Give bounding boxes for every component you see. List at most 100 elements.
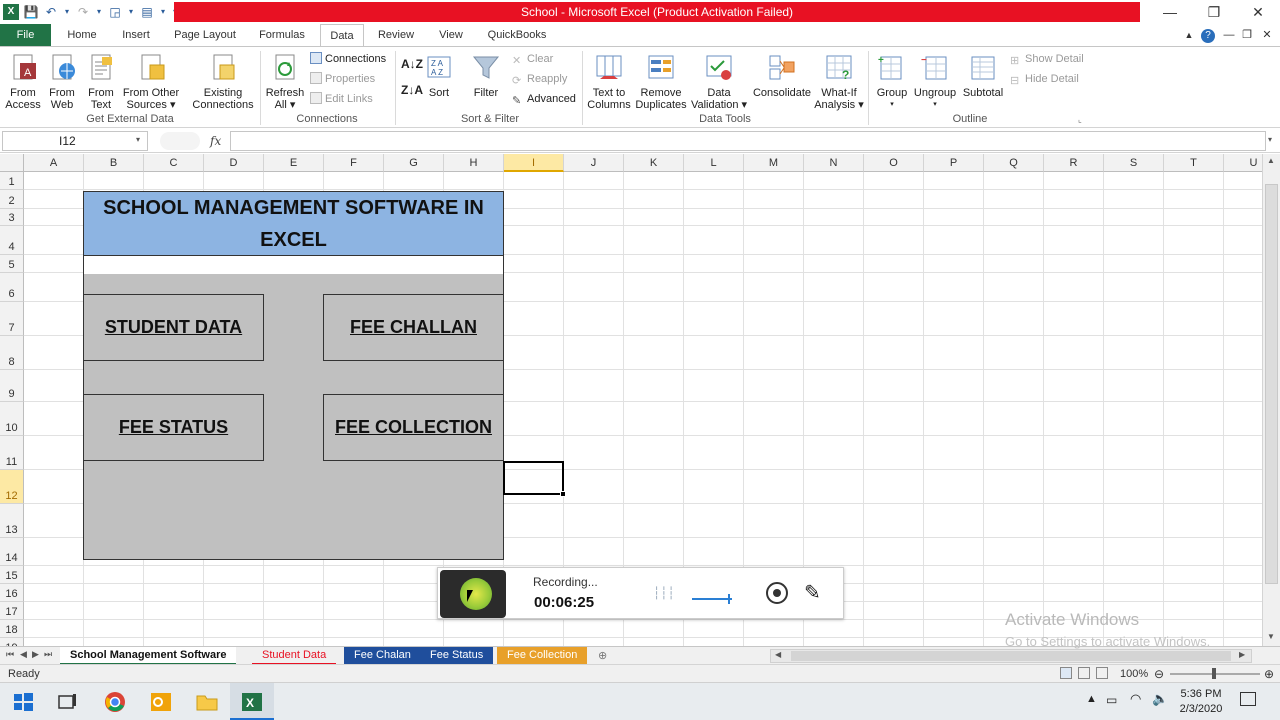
connections-button[interactable]: Connections — [310, 52, 386, 66]
fee-challan-button[interactable]: FEE CHALLAN — [323, 294, 504, 361]
horizontal-scroll-thumb[interactable] — [791, 651, 1231, 661]
tab-insert[interactable]: Insert — [114, 24, 158, 46]
ungroup-button[interactable]: − Ungroup ▾ — [912, 53, 958, 111]
ribbon-minimize-icon[interactable]: ▲ — [1182, 24, 1196, 46]
column-header-f[interactable]: F — [324, 154, 384, 172]
column-header-n[interactable]: N — [804, 154, 864, 172]
battery-icon[interactable]: ▭ — [1106, 693, 1117, 707]
last-sheet-icon[interactable]: ⏭ — [44, 649, 52, 660]
reapply-button[interactable]: ⟳ Reapply — [512, 72, 567, 87]
name-box[interactable]: I12 — [2, 131, 148, 151]
row-header-3[interactable]: 3 — [0, 209, 24, 226]
column-header-c[interactable]: C — [144, 154, 204, 172]
insert-sheet-icon[interactable]: ⊕ — [598, 649, 607, 662]
sort-az-icon[interactable]: A↓Z — [401, 57, 423, 71]
row-header-2[interactable]: 2 — [0, 190, 24, 209]
row-header-15[interactable]: 15 — [0, 566, 24, 584]
tab-view[interactable]: View — [430, 24, 472, 46]
vertical-scroll-thumb[interactable] — [1265, 184, 1278, 584]
row-header-12[interactable]: 12 — [0, 470, 24, 504]
filter-button[interactable]: Filter — [470, 53, 502, 99]
volume-slider-thumb[interactable] — [728, 594, 730, 604]
column-header-i[interactable]: I — [504, 154, 564, 172]
page-break-view-icon[interactable] — [1096, 667, 1108, 679]
paint-bucket-icon[interactable]: ◲ — [107, 4, 123, 20]
row-header-10[interactable]: 10 — [0, 402, 24, 436]
group-button[interactable]: + Group ▾ — [872, 53, 912, 111]
column-header-j[interactable]: J — [564, 154, 624, 172]
help-icon[interactable]: ? — [1200, 24, 1216, 46]
edit-links-button[interactable]: Edit Links — [310, 92, 373, 106]
first-sheet-icon[interactable]: ⏮ — [6, 649, 14, 660]
column-header-d[interactable]: D — [204, 154, 264, 172]
subtotal-button[interactable]: Subtotal — [960, 53, 1006, 99]
column-header-k[interactable]: K — [624, 154, 684, 172]
redo-icon[interactable]: ↷ — [75, 4, 91, 20]
row-header-16[interactable]: 16 — [0, 584, 24, 602]
column-header-q[interactable]: Q — [984, 154, 1044, 172]
tab-quickbooks[interactable]: QuickBooks — [482, 24, 552, 46]
taskbar-clock[interactable]: 5:36 PM 2/3/2020 — [1176, 687, 1226, 717]
zoom-slider-thumb[interactable] — [1212, 668, 1216, 679]
tab-data[interactable]: Data — [320, 24, 364, 46]
minimize-button[interactable]: — — [1148, 0, 1192, 24]
column-header-p[interactable]: P — [924, 154, 984, 172]
row-header-14[interactable]: 14 — [0, 538, 24, 566]
from-other-sources-button[interactable]: From Other Sources ▾ — [122, 53, 180, 111]
task-view-icon[interactable] — [56, 691, 78, 713]
undo-icon[interactable]: ↶ — [43, 4, 59, 20]
dropdown-icon[interactable]: ▾ — [159, 4, 167, 20]
zoom-out-icon[interactable]: ⊖ — [1154, 666, 1164, 682]
form-icon[interactable]: ▤ — [139, 4, 155, 20]
dropdown-icon[interactable]: ▾ — [95, 4, 103, 20]
fill-handle[interactable] — [560, 491, 566, 497]
workbook-close-icon[interactable]: ✕ — [1260, 24, 1274, 46]
tab-page-layout[interactable]: Page Layout — [168, 24, 242, 46]
file-explorer-icon[interactable] — [196, 691, 218, 713]
clear-button[interactable]: ✕ Clear — [512, 52, 553, 67]
existing-connections-button[interactable]: Existing Connections — [190, 53, 256, 111]
scroll-down-icon[interactable]: ▼ — [1267, 632, 1275, 641]
sort-button[interactable]: Z AA Z Sort — [424, 53, 454, 99]
row-header-9[interactable]: 9 — [0, 370, 24, 402]
consolidate-button[interactable]: Consolidate — [750, 53, 814, 99]
chrome-icon[interactable] — [104, 691, 126, 713]
dropdown-icon[interactable]: ▾ — [63, 4, 71, 20]
from-web-button[interactable]: From Web — [44, 53, 80, 111]
prev-sheet-icon[interactable]: ◀ — [20, 649, 27, 660]
row-header-8[interactable]: 8 — [0, 336, 24, 370]
properties-button[interactable]: Properties — [310, 72, 375, 86]
pause-recording-button[interactable] — [440, 570, 506, 618]
refresh-all-button[interactable]: Refresh All ▾ — [264, 53, 306, 111]
taskbar-excel-active[interactable]: X — [230, 683, 274, 720]
scroll-up-icon[interactable]: ▲ — [1267, 156, 1275, 165]
volume-icon[interactable]: 🔈 — [1152, 691, 1168, 707]
column-header-b[interactable]: B — [84, 154, 144, 172]
from-text-button[interactable]: From Text — [82, 53, 120, 111]
select-all-corner[interactable] — [0, 154, 24, 172]
save-icon[interactable]: 💾 — [23, 4, 39, 20]
zoom-in-icon[interactable]: ⊕ — [1264, 666, 1274, 682]
restore-button[interactable]: ❐ — [1192, 0, 1236, 24]
sheet-tab-fee-status[interactable]: Fee Status — [420, 647, 494, 665]
close-button[interactable]: ✕ — [1236, 0, 1280, 24]
row-header-13[interactable]: 13 — [0, 504, 24, 538]
from-access-button[interactable]: A From Access — [4, 53, 42, 111]
scroll-left-icon[interactable]: ◀ — [775, 650, 781, 659]
vertical-scrollbar[interactable]: ▲ ▼ — [1262, 154, 1280, 646]
sort-za-icon[interactable]: Z↓A — [401, 83, 423, 97]
text-to-columns-button[interactable]: Text to Columns — [586, 53, 632, 111]
column-header-g[interactable]: G — [384, 154, 444, 172]
horizontal-scrollbar[interactable]: ◀ ▶ — [770, 649, 1252, 663]
tab-review[interactable]: Review — [372, 24, 420, 46]
workbook-restore-icon[interactable]: ❐ — [1240, 24, 1254, 46]
normal-view-icon[interactable] — [1060, 667, 1072, 679]
column-header-l[interactable]: L — [684, 154, 744, 172]
wifi-icon[interactable]: ◠ — [1130, 691, 1141, 707]
next-sheet-icon[interactable]: ▶ — [32, 649, 39, 660]
column-header-o[interactable]: O — [864, 154, 924, 172]
row-header-19[interactable]: 19 — [0, 638, 24, 646]
tab-formulas[interactable]: Formulas — [252, 24, 312, 46]
outline-dialog-launcher-icon[interactable]: ⌞ — [1078, 113, 1082, 127]
column-header-a[interactable]: A — [24, 154, 84, 172]
